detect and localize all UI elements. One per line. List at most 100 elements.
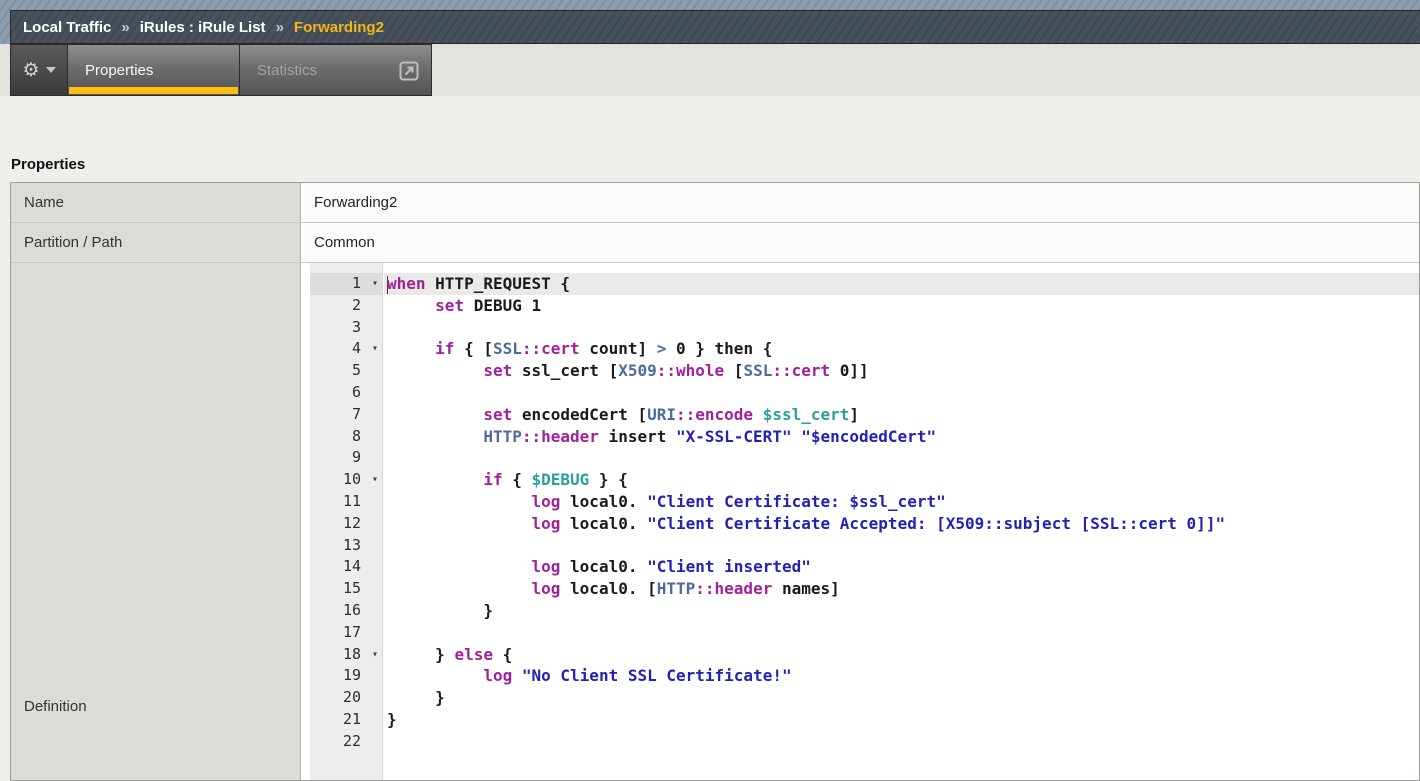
line-number[interactable]: 21 <box>310 709 382 731</box>
code-token: URI <box>647 405 676 424</box>
code-token: log <box>532 514 561 533</box>
code-line[interactable]: } <box>384 600 1419 622</box>
code-line[interactable] <box>384 731 1419 753</box>
code-line[interactable] <box>384 447 1419 469</box>
code-token <box>387 514 532 533</box>
code-line[interactable]: log local0. "Client Certificate Accepted… <box>384 513 1419 535</box>
line-number[interactable]: 5 <box>310 360 382 382</box>
code-token: DEBUG 1 <box>464 296 541 315</box>
line-number[interactable]: 16 <box>310 600 382 622</box>
line-number[interactable]: 22 <box>310 731 382 753</box>
code-token: set <box>435 296 464 315</box>
breadcrumb-separator-icon: » <box>121 19 129 36</box>
fold-arrow-icon[interactable]: ▾ <box>372 644 378 666</box>
line-number[interactable]: 6 <box>310 382 382 404</box>
code-line[interactable]: } else { <box>384 644 1419 666</box>
name-label: Name <box>11 183 301 222</box>
line-number[interactable]: 3 <box>310 317 382 339</box>
line-number[interactable]: 10▾ <box>310 469 382 491</box>
line-number[interactable]: 12 <box>310 513 382 535</box>
code-token <box>387 361 483 380</box>
code-token: 0]] <box>830 361 869 380</box>
code-line[interactable]: log local0. "Client inserted" <box>384 556 1419 578</box>
code-token: HTTP <box>483 427 522 446</box>
code-token: } { <box>589 470 628 489</box>
table-row-definition: Definition 1▾234▾5678910▾111213141516171… <box>11 263 1419 780</box>
code-line[interactable]: log "No Client SSL Certificate!" <box>384 665 1419 687</box>
code-token <box>753 405 763 424</box>
code-line[interactable]: } <box>384 687 1419 709</box>
breadcrumb: Local Traffic » iRules : iRule List » Fo… <box>10 10 1420 44</box>
code-token: if <box>435 339 454 358</box>
code-line[interactable]: if { [SSL::cert count] > 0 } then { <box>384 338 1419 360</box>
code-token <box>792 427 802 446</box>
line-number[interactable]: 4▾ <box>310 338 382 360</box>
code-token: { <box>493 645 512 664</box>
code-token: } <box>387 710 397 729</box>
code-token: log <box>532 557 561 576</box>
code-token: HTTP_REQUEST { <box>426 274 571 293</box>
table-row-name: Name Forwarding2 <box>11 183 1419 223</box>
active-tab-indicator <box>69 87 238 94</box>
code-token: } <box>387 601 493 620</box>
line-number[interactable]: 7 <box>310 404 382 426</box>
code-token <box>387 470 483 489</box>
fold-arrow-icon[interactable]: ▾ <box>372 469 378 491</box>
line-number[interactable]: 11 <box>310 491 382 513</box>
line-number[interactable]: 14 <box>310 556 382 578</box>
code-token: "$encodedCert" <box>801 427 936 446</box>
code-line[interactable] <box>384 622 1419 644</box>
code-line[interactable]: set ssl_cert [X509::whole [SSL::cert 0]] <box>384 360 1419 382</box>
line-number[interactable]: 20 <box>310 687 382 709</box>
tab-properties-label: Properties <box>85 62 153 79</box>
code-token <box>387 296 435 315</box>
code-token: set <box>483 405 512 424</box>
line-number[interactable]: 19 <box>310 665 382 687</box>
breadcrumb-item-local-traffic[interactable]: Local Traffic <box>23 19 111 36</box>
code-token <box>387 579 532 598</box>
code-token: SSL <box>743 361 772 380</box>
code-line[interactable]: when HTTP_REQUEST { <box>384 273 1419 295</box>
code-line[interactable] <box>384 382 1419 404</box>
line-number[interactable]: 2 <box>310 295 382 317</box>
code-token <box>387 492 532 511</box>
code-line[interactable]: set DEBUG 1 <box>384 295 1419 317</box>
editor-gutter: 1▾234▾5678910▾1112131415161718▾19202122 <box>310 263 383 780</box>
code-token: HTTP <box>657 579 696 598</box>
properties-table: Name Forwarding2 Partition / Path Common… <box>10 182 1420 781</box>
code-token: ::header <box>522 427 599 446</box>
code-line[interactable] <box>384 317 1419 339</box>
code-editor[interactable]: 1▾234▾5678910▾1112131415161718▾19202122 … <box>301 263 1419 780</box>
options-menu-button[interactable]: ⚙ <box>10 44 68 96</box>
code-token: insert <box>599 427 676 446</box>
line-number[interactable]: 13 <box>310 535 382 557</box>
code-token: count] <box>580 339 657 358</box>
fold-arrow-icon[interactable]: ▾ <box>372 273 378 295</box>
name-value: Forwarding2 <box>301 183 1419 222</box>
line-number[interactable]: 9 <box>310 447 382 469</box>
code-line[interactable] <box>384 535 1419 557</box>
code-line[interactable]: set encodedCert [URI::encode $ssl_cert] <box>384 404 1419 426</box>
line-number[interactable]: 18▾ <box>310 644 382 666</box>
fold-arrow-icon[interactable]: ▾ <box>372 338 378 360</box>
code-line[interactable]: } <box>384 709 1419 731</box>
code-token <box>387 405 483 424</box>
tab-statistics[interactable]: Statistics <box>240 44 432 96</box>
code-token: 0 } then { <box>666 339 772 358</box>
editor-code[interactable]: when HTTP_REQUEST { set DEBUG 1 if { [SS… <box>384 263 1419 780</box>
line-number[interactable]: 8 <box>310 426 382 448</box>
code-token: local0. <box>560 492 647 511</box>
code-line[interactable]: if { $DEBUG } { <box>384 469 1419 491</box>
code-line[interactable]: log local0. [HTTP::header names] <box>384 578 1419 600</box>
code-line[interactable]: log local0. "Client Certificate: $ssl_ce… <box>384 491 1419 513</box>
tab-properties[interactable]: Properties <box>68 44 240 96</box>
definition-label: Definition <box>24 698 87 715</box>
code-line[interactable]: HTTP::header insert "X-SSL-CERT" "$encod… <box>384 426 1419 448</box>
line-number[interactable]: 15 <box>310 578 382 600</box>
line-number[interactable]: 17 <box>310 622 382 644</box>
line-number[interactable]: 1▾ <box>310 273 382 295</box>
code-token: log <box>532 579 561 598</box>
breadcrumb-item-irule-list[interactable]: iRules : iRule List <box>140 19 266 36</box>
code-token: } <box>387 688 445 707</box>
code-token <box>387 557 532 576</box>
